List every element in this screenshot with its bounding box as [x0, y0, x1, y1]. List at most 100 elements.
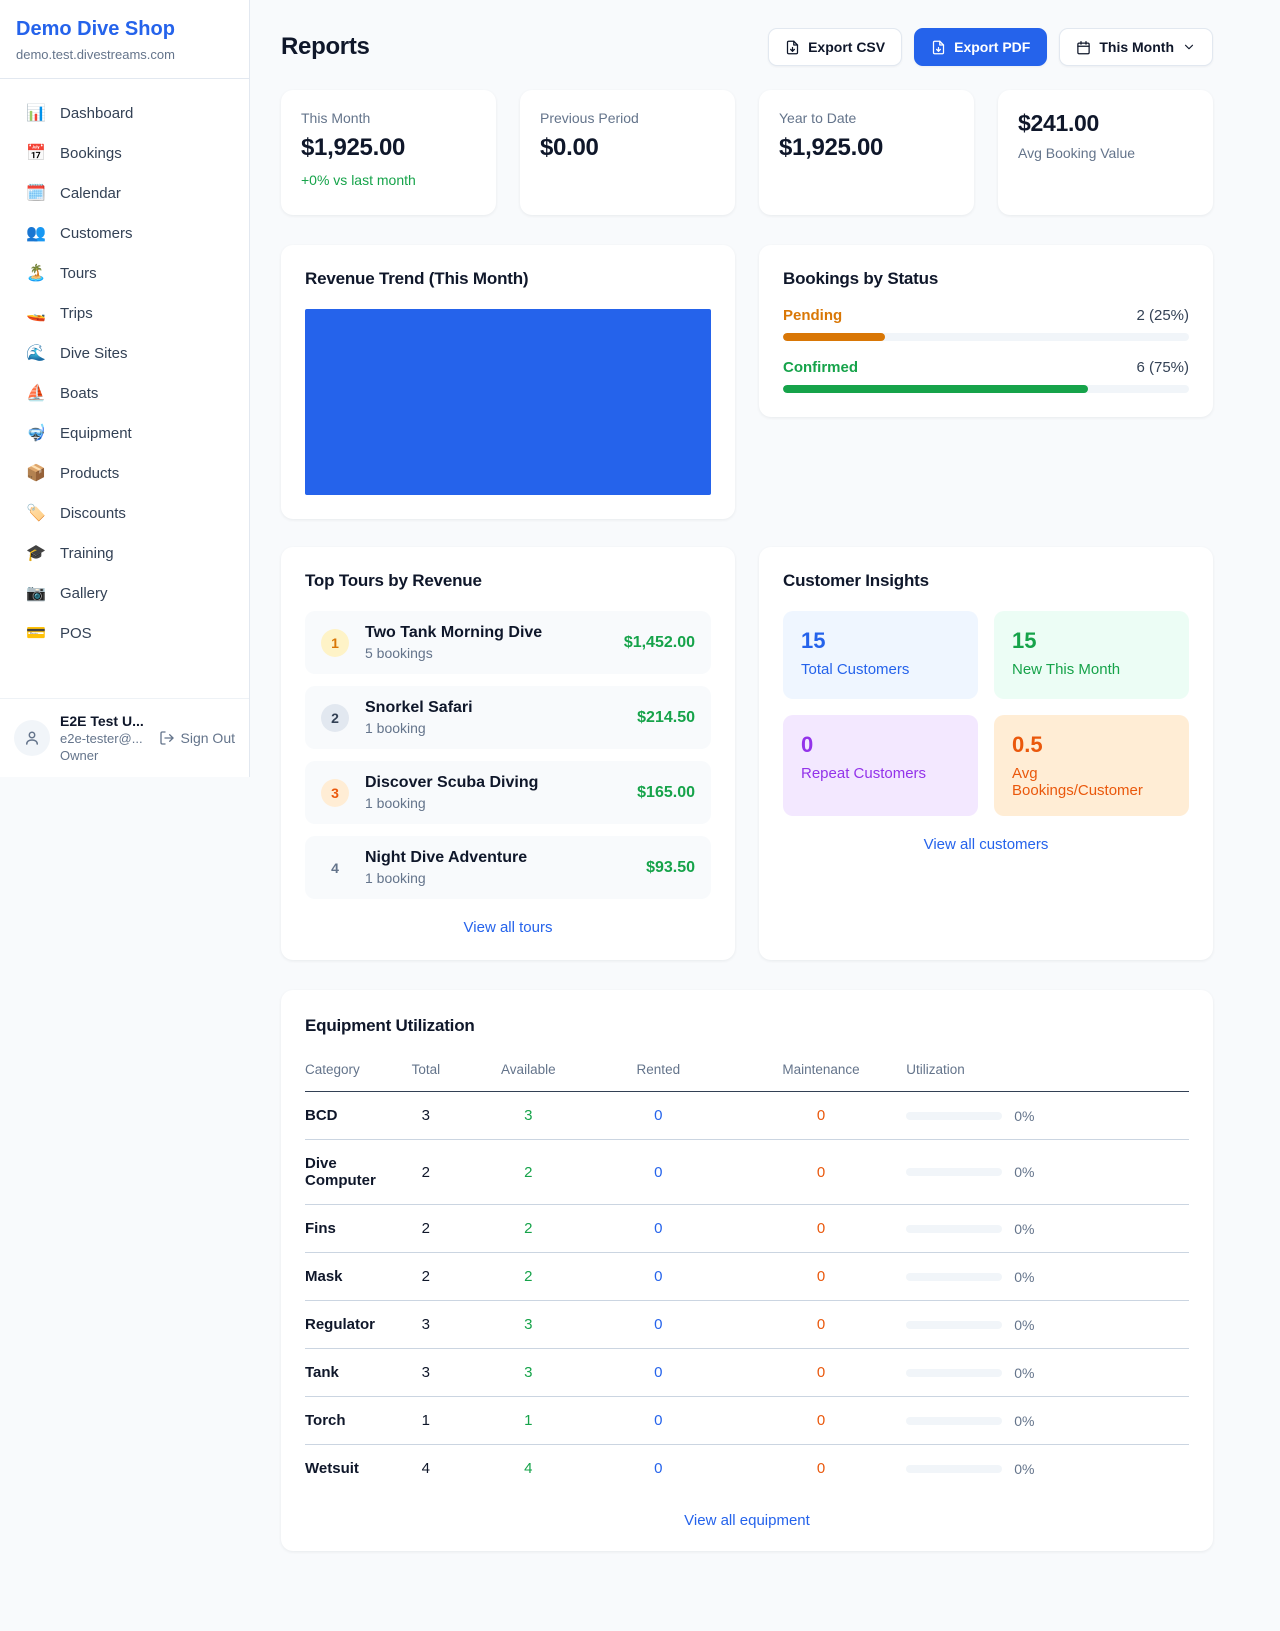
top-tours-card: Top Tours by Revenue 1 Two Tank Morning … [281, 547, 735, 960]
maintenance-cell: 0 [736, 1092, 906, 1140]
table-row: Tank 3 3 0 0 0% [305, 1349, 1189, 1397]
total-cell: 4 [376, 1445, 476, 1493]
period-dropdown[interactable]: This Month [1059, 28, 1213, 66]
utilization-bar-track [906, 1417, 1002, 1425]
sign-out-button[interactable]: Sign Out [159, 730, 235, 746]
tour-name: Two Tank Morning Dive [365, 624, 608, 642]
available-cell: 3 [476, 1349, 581, 1397]
file-download-icon [785, 40, 800, 55]
top-tours-title: Top Tours by Revenue [305, 571, 711, 591]
island-icon: 🏝️ [26, 263, 46, 283]
insight-value: 15 [1012, 628, 1171, 654]
sidebar-item-label: Discounts [60, 505, 126, 522]
revenue-trend-title: Revenue Trend (This Month) [305, 269, 711, 289]
column-header: Rented [581, 1056, 736, 1092]
status-count: 2 (25%) [1136, 307, 1189, 324]
tour-bookings-count: 5 bookings [365, 645, 608, 661]
rank-badge: 1 [321, 629, 349, 657]
insight-tile: 0 Repeat Customers [783, 715, 978, 816]
utilization-percent: 0% [1014, 1108, 1034, 1124]
status-count: 6 (75%) [1136, 359, 1189, 376]
export-pdf-button[interactable]: Export PDF [914, 28, 1047, 66]
rank-badge: 3 [321, 779, 349, 807]
status-bar-track [783, 385, 1189, 393]
utilization-percent: 0% [1014, 1221, 1034, 1237]
utilization-cell: 0% [906, 1092, 1189, 1140]
status-list: Pending 2 (25%) Confirmed 6 (75%) [783, 307, 1189, 393]
shop-title: Demo Dive Shop [16, 18, 233, 41]
export-csv-button[interactable]: Export CSV [768, 28, 902, 66]
equipment-utilization-title: Equipment Utilization [305, 1016, 1189, 1036]
stat-card-avg-booking-value: $241.00 Avg Booking Value [998, 90, 1213, 215]
sidebar-item[interactable]: 💳 POS [0, 613, 249, 653]
sidebar-item[interactable]: 🏝️ Tours [0, 253, 249, 293]
view-all-equipment-link[interactable]: View all equipment [684, 1512, 810, 1529]
maintenance-cell: 0 [736, 1205, 906, 1253]
status-bar-track [783, 333, 1189, 341]
credit-card-icon: 💳 [26, 623, 46, 643]
stats-row: This Month $1,925.00 +0% vs last month P… [281, 90, 1213, 215]
customer-insights-title: Customer Insights [783, 571, 1189, 591]
user-name: E2E Test U... [60, 713, 144, 729]
sidebar-item-label: Dashboard [60, 105, 133, 122]
sidebar-item[interactable]: 📷 Gallery [0, 573, 249, 613]
sidebar-item-label: Gallery [60, 585, 108, 602]
equipment-table-body: BCD 3 3 0 0 0% Dive [305, 1092, 1189, 1493]
stat-card-year-to-date: Year to Date $1,925.00 [759, 90, 974, 215]
utilization-cell: 0% [906, 1253, 1189, 1301]
customer-insights-card: Customer Insights 15 Total Customers 15 … [759, 547, 1213, 960]
utilization-bar-track [906, 1225, 1002, 1233]
view-all-customers-link[interactable]: View all customers [924, 836, 1049, 853]
wave-icon: 🌊 [26, 343, 46, 363]
logout-icon [159, 730, 175, 746]
available-cell: 2 [476, 1205, 581, 1253]
utilization-percent: 0% [1014, 1164, 1034, 1180]
calendar-icon [1076, 40, 1091, 55]
insight-label: New This Month [1012, 661, 1171, 678]
total-cell: 2 [376, 1140, 476, 1205]
view-all-tours-link[interactable]: View all tours [464, 919, 553, 936]
sidebar-item[interactable]: 📦 Products [0, 453, 249, 493]
stat-card-this-month: This Month $1,925.00 +0% vs last month [281, 90, 496, 215]
tag-icon: 🏷️ [26, 503, 46, 523]
status-row: Pending 2 (25%) [783, 307, 1189, 341]
tour-row: 3 Discover Scuba Diving 1 booking $165.0… [305, 761, 711, 824]
sidebar-item[interactable]: 🗓️ Calendar [0, 173, 249, 213]
user-info: E2E Test U... e2e-tester@... Owner [60, 713, 144, 763]
sidebar-item[interactable]: 🤿 Equipment [0, 413, 249, 453]
utilization-bar-track [906, 1112, 1002, 1120]
tour-name: Night Dive Adventure [365, 849, 630, 867]
sidebar-item[interactable]: 🚤 Trips [0, 293, 249, 333]
header-actions: Export CSV Export PDF This Month [768, 28, 1213, 66]
user-panel: E2E Test U... e2e-tester@... Owner Sign … [0, 698, 249, 777]
package-icon: 📦 [26, 463, 46, 483]
sidebar-item[interactable]: 🌊 Dive Sites [0, 333, 249, 373]
sidebar-item[interactable]: 🎓 Training [0, 533, 249, 573]
file-download-icon [931, 40, 946, 55]
insight-tile: 15 New This Month [994, 611, 1189, 699]
bookings-by-status-card: Bookings by Status Pending 2 (25%) [759, 245, 1213, 417]
total-cell: 2 [376, 1253, 476, 1301]
utilization-bar-track [906, 1273, 1002, 1281]
sidebar-item[interactable]: 🏷️ Discounts [0, 493, 249, 533]
available-cell: 2 [476, 1140, 581, 1205]
sidebar-header: Demo Dive Shop demo.test.divestreams.com [0, 0, 249, 79]
utilization-percent: 0% [1014, 1269, 1034, 1285]
sidebar-item[interactable]: 👥 Customers [0, 213, 249, 253]
sidebar-item[interactable]: 📅 Bookings [0, 133, 249, 173]
status-bar-fill [783, 385, 1088, 393]
rented-cell: 0 [581, 1205, 736, 1253]
rented-cell: 0 [581, 1445, 736, 1493]
bar-chart-icon: 📊 [26, 103, 46, 123]
category-cell: Fins [305, 1205, 376, 1253]
main-content: Reports Export CSV Export PDF This Month… [250, 0, 1280, 1631]
tour-name: Discover Scuba Diving [365, 774, 621, 792]
utilization-cell: 0% [906, 1349, 1189, 1397]
sidebar: Demo Dive Shop demo.test.divestreams.com… [0, 0, 250, 777]
status-label: Pending [783, 307, 842, 324]
rented-cell: 0 [581, 1301, 736, 1349]
sidebar-item-label: Trips [60, 305, 93, 322]
total-cell: 3 [376, 1349, 476, 1397]
sidebar-item[interactable]: 📊 Dashboard [0, 93, 249, 133]
sidebar-item[interactable]: ⛵ Boats [0, 373, 249, 413]
